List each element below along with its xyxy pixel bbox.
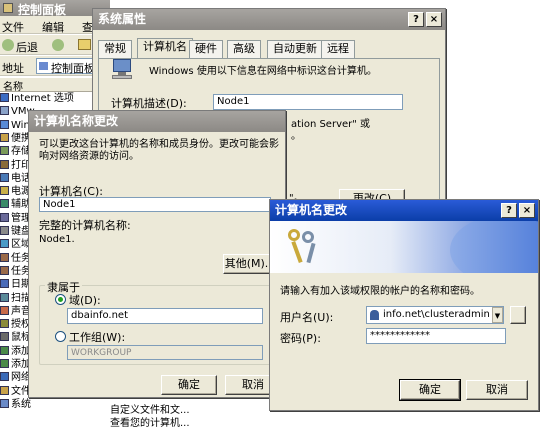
server-hint-text-end: 。	[291, 131, 301, 142]
domain-radio[interactable]	[55, 294, 66, 305]
control-panel-item-icon	[0, 252, 9, 262]
computer-network-icon	[109, 57, 135, 81]
control-panel-icon	[3, 3, 13, 13]
username-combo[interactable]: info.net\clusteradmin	[366, 306, 504, 324]
forward-icon[interactable]	[52, 39, 64, 51]
credentials-window: 计算机名更改 ? × 请输入有加入该域权限的帐户的名称和密码。 用户名(U): …	[269, 199, 539, 411]
tab-computer-name[interactable]: 计算机名	[137, 38, 193, 59]
list-item-label: Internet 选项	[11, 93, 74, 104]
back-icon[interactable]	[2, 39, 14, 51]
control-panel-item-icon	[0, 226, 9, 235]
control-panel-item-icon	[0, 265, 9, 275]
password-label: 密码(P):	[280, 332, 321, 345]
workgroup-label[interactable]: 工作组(W):	[69, 329, 125, 345]
computer-name-changes-window: 计算机名称更改 可以更改这台计算机的名称和成员身份。更改可能会影响对网络资源的访…	[28, 110, 286, 398]
system-properties-titlebar: 系统属性	[93, 9, 445, 30]
user-icon	[370, 310, 379, 320]
control-panel-item-icon	[0, 305, 9, 315]
tab-hardware[interactable]: 硬件	[189, 40, 223, 58]
credentials-banner	[270, 221, 538, 273]
control-panel-item-icon	[0, 212, 9, 222]
username-dropdown-icon[interactable]: ▼	[492, 307, 503, 323]
address-value: 控制面板	[51, 62, 95, 75]
name-change-intro: 可以更改这台计算机的名称和成员身份。更改可能会影响对网络资源的访问。	[39, 139, 279, 162]
control-panel-item-icon	[0, 345, 9, 355]
control-panel-item-icon	[0, 132, 9, 142]
control-panel-item-icon	[0, 119, 9, 129]
domain-input[interactable]: dbainfo.net	[67, 308, 263, 324]
menu-file[interactable]: 文件	[2, 19, 24, 35]
full-name-value: Node1.	[39, 234, 75, 245]
name-change-titlebar: 计算机名称更改	[29, 111, 285, 132]
credentials-title: 计算机名更改	[275, 203, 348, 217]
description-text: Windows 使用以下信息在网络中标识这台计算机。	[149, 66, 377, 77]
tab-advanced[interactable]: 高级	[227, 40, 261, 58]
up-folder-icon[interactable]	[78, 39, 91, 50]
list-item-label: 系统	[11, 398, 31, 410]
list-item[interactable]: 系统	[0, 398, 95, 411]
control-panel-item-icon	[0, 292, 9, 302]
control-panel-item-icon	[0, 372, 9, 382]
control-panel-item-icon	[0, 279, 9, 289]
control-panel-item-icon	[0, 332, 9, 342]
username-label: 用户名(U):	[280, 311, 334, 324]
control-panel-item-icon	[0, 146, 9, 156]
computer-description-input[interactable]: Node1	[213, 94, 403, 110]
tab-remote[interactable]: 远程	[321, 40, 355, 58]
system-properties-title: 系统属性	[98, 12, 147, 26]
list-item-desc-system: 查看您的计算机...	[110, 418, 190, 429]
workgroup-radio[interactable]	[55, 331, 66, 342]
control-panel-item-icon	[0, 385, 9, 395]
server-hint-text: ation Server" 或	[291, 119, 371, 130]
password-input[interactable]: ************	[366, 328, 506, 344]
control-panel-item-icon	[0, 199, 9, 209]
address-folder-icon	[39, 62, 48, 70]
credentials-close-button[interactable]: ×	[519, 203, 535, 218]
tab-general[interactable]: 常规	[98, 40, 132, 58]
address-label: 地址	[2, 62, 24, 75]
control-panel-item-icon	[0, 398, 9, 408]
control-panel-item-icon	[0, 359, 9, 368]
control-panel-item-icon	[0, 186, 9, 196]
name-change-title: 计算机名称更改	[34, 114, 119, 128]
credentials-ok-button[interactable]: 确定	[399, 379, 461, 401]
name-change-ok-button[interactable]: 确定	[161, 375, 217, 395]
control-panel-item-icon	[0, 172, 9, 182]
credentials-cancel-button[interactable]: 取消	[466, 380, 528, 400]
credentials-help-button[interactable]: ?	[501, 203, 517, 218]
full-name-label: 完整的计算机名称:	[39, 219, 131, 232]
domain-label[interactable]: 域(D):	[69, 292, 101, 308]
list-item[interactable]: Internet 选项	[0, 92, 95, 105]
workgroup-input: WORKGROUP	[67, 345, 263, 360]
control-panel-item-icon	[0, 159, 9, 169]
computer-name-input[interactable]: Node1	[39, 197, 271, 212]
browse-button[interactable]	[510, 306, 526, 324]
control-panel-item-icon	[0, 239, 9, 249]
control-panel-item-icon	[0, 106, 9, 116]
computer-description-label: 计算机描述(D):	[111, 97, 187, 110]
help-button[interactable]: ?	[408, 12, 424, 27]
keys-icon	[284, 227, 324, 267]
close-button[interactable]: ×	[426, 12, 442, 27]
username-value: info.net\clusteradmin	[383, 309, 490, 320]
column-name-label: 名称	[3, 82, 23, 93]
control-panel-item-icon	[0, 93, 9, 102]
back-button-label[interactable]: 后退	[16, 39, 38, 55]
control-panel-item-icon	[0, 319, 9, 329]
credentials-prompt: 请输入有加入该域权限的帐户的名称和密码。	[280, 286, 480, 297]
credentials-titlebar: 计算机名更改	[270, 200, 538, 221]
menu-edit[interactable]: 编辑	[42, 19, 64, 35]
tab-auto-update[interactable]: 自动更新	[267, 40, 323, 58]
